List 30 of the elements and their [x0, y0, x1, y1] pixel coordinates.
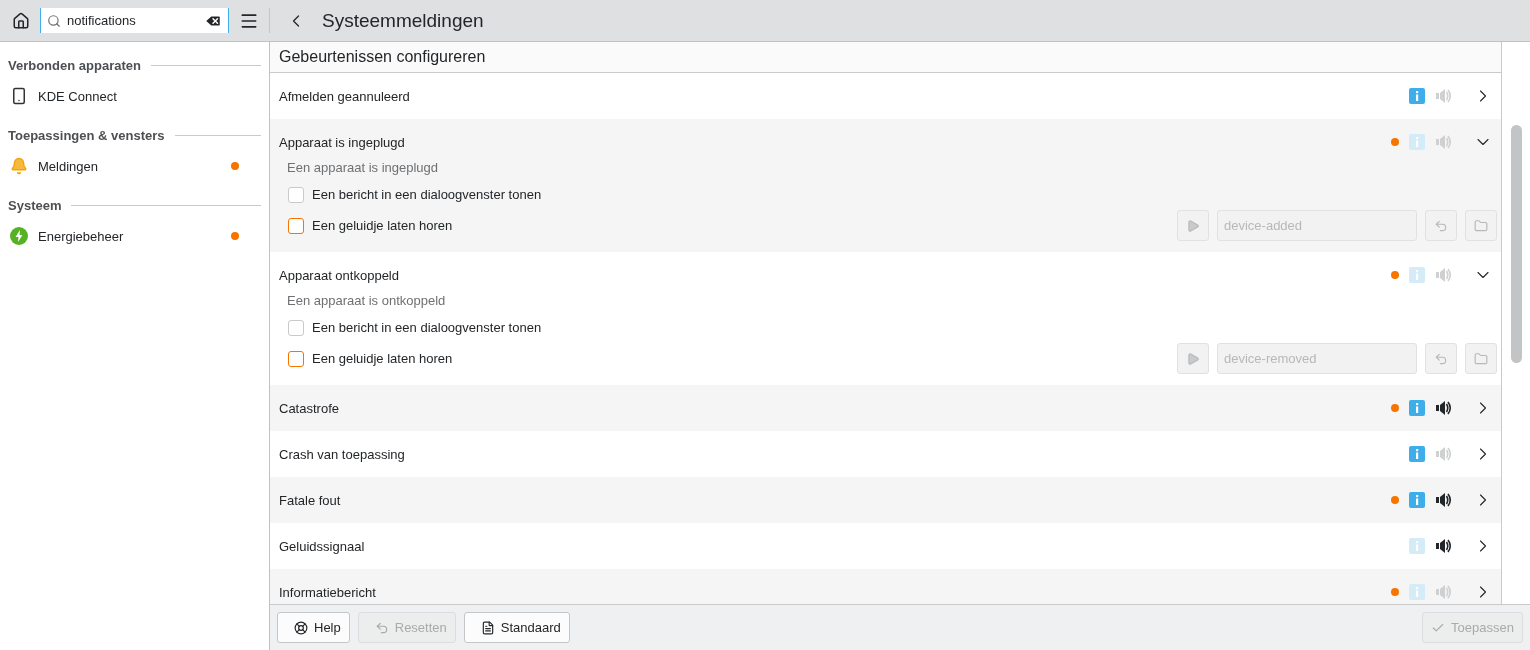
- sidebar-item[interactable]: Energiebeheer: [0, 220, 269, 252]
- event-row[interactable]: Informatiebericht: [270, 569, 1501, 604]
- search-input[interactable]: notifications: [67, 13, 198, 28]
- section-heading: Systeem: [8, 197, 62, 213]
- search-field[interactable]: notifications: [40, 8, 229, 33]
- option-label: Een bericht in een dialoogvenster tonen: [312, 320, 543, 335]
- event-description: Een apparaat is ontkoppeld: [286, 291, 447, 310]
- sidebar-item[interactable]: KDE Connect: [0, 80, 269, 112]
- event-name: Informatiebericht: [279, 584, 377, 600]
- event-name: Crash van toepassing: [279, 446, 406, 462]
- event-name: Apparaat ontkoppeld: [279, 267, 400, 283]
- event-name: Afmelden geannuleerd: [279, 88, 411, 104]
- event-row[interactable]: Apparaat is ingeplugd Een apparaat is ingeplugd Een bericht in een dialoogvenster tonen Een geluidje laten horen device-added: [270, 119, 1501, 252]
- event-name: Catastrofe: [279, 400, 340, 416]
- event-name: Geluidssignaal: [279, 538, 366, 554]
- option-label: Een geluidje laten horen: [312, 218, 454, 233]
- section-heading: Gebeurtenissen configureren: [270, 42, 1501, 73]
- event-description: Een apparaat is ingeplugd: [286, 158, 440, 177]
- page-title: Systeemmeldingen: [322, 9, 484, 32]
- option-label: Een geluidje laten horen: [312, 351, 454, 366]
- event-row[interactable]: Catastrofe: [270, 385, 1501, 431]
- sidebar-item[interactable]: Meldingen: [0, 150, 269, 182]
- event-name: Fatale fout: [279, 492, 342, 508]
- event-name: Apparaat is ingeplugd: [279, 134, 406, 150]
- section-heading: Verbonden apparaten: [8, 57, 141, 73]
- defaults-button[interactable]: Standaard: [463, 612, 570, 643]
- help-button[interactable]: Help: [277, 612, 350, 643]
- event-row[interactable]: Fatale fout: [270, 477, 1501, 523]
- section-heading: Toepassingen & vensters: [8, 127, 165, 143]
- option-label: Een bericht in een dialoogvenster tonen: [312, 187, 543, 202]
